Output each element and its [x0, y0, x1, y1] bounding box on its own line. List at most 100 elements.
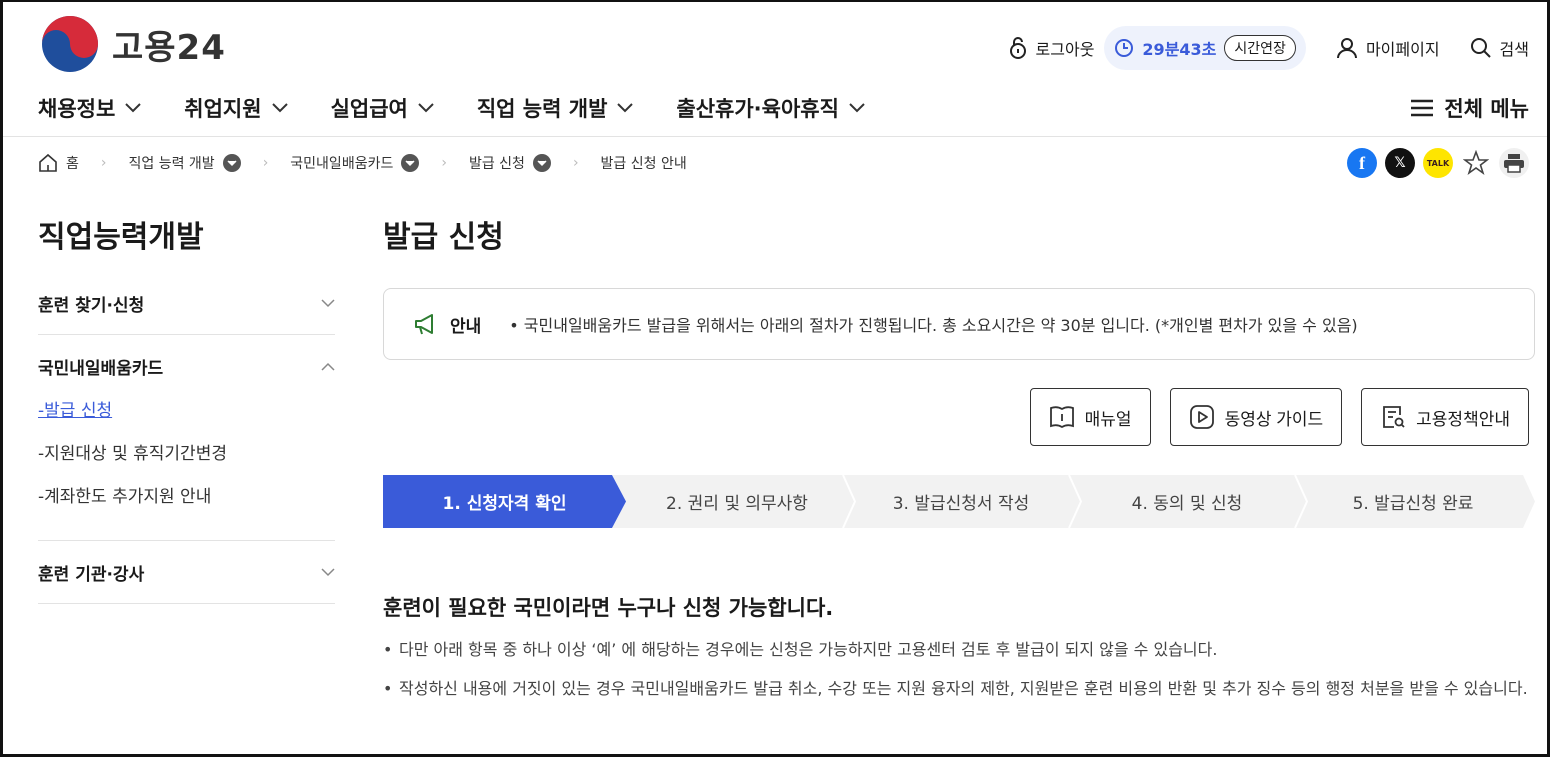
all-menu-label: 전체 메뉴 [1444, 97, 1529, 121]
gnb-label: 출산휴가·육아휴직 [676, 97, 839, 121]
global-nav: 채용정보 취업지원 실업급여 직업 능력 개발 출산휴가·육아휴직 [38, 90, 908, 126]
header-divider [3, 136, 1547, 137]
gnb-item-jobs[interactable]: 채용정보 [38, 90, 141, 126]
breadcrumb-item[interactable]: 직업 능력 개발 [129, 153, 215, 173]
search-label: 검색 [1499, 40, 1529, 59]
home-icon [39, 153, 57, 172]
print-icon[interactable] [1499, 148, 1529, 178]
search-icon [1470, 38, 1491, 58]
breadcrumb-separator: › [100, 155, 107, 171]
kakaotalk-icon[interactable]: TALK [1423, 148, 1453, 178]
taegeuk-logo-icon [42, 16, 98, 72]
sidebar-group-header[interactable]: 훈련 찾기·신청 [38, 272, 335, 334]
gnb-label: 실업급여 [330, 97, 408, 121]
breadcrumb-home[interactable]: 홈 [66, 153, 79, 173]
sidebar-sub-list: -발급 신청 -지원대상 및 휴직기간변경 -계좌한도 추가지원 안내 [38, 397, 335, 540]
extend-session-button[interactable]: 시간연장 [1224, 35, 1296, 61]
chevron-down-icon [271, 103, 288, 113]
chevron-down-icon [321, 298, 335, 307]
sidebar-group: 훈련 찾기·신청 [38, 272, 335, 335]
gnb-item-vocational[interactable]: 직업 능력 개발 [477, 90, 634, 126]
breadcrumb-dropdown-icon[interactable] [401, 154, 420, 172]
breadcrumb-item[interactable]: 발급 신청 [469, 153, 525, 173]
chevron-down-icon [418, 103, 434, 113]
utility-bar: 로그아웃 29분43초 시간연장 마이페이지 검색 [1008, 26, 1529, 70]
guide-buttons: 매뉴얼 동영상 가이드 고용정책안내 [1029, 388, 1529, 446]
mypage-label: 마이페이지 [1365, 40, 1440, 59]
gnb-label: 채용정보 [38, 97, 116, 121]
bullet-text: 다만 아래 항목 중 하나 이상 ‘예’ 에 해당하는 경우에는 신청은 가능하… [399, 640, 1218, 659]
lock-icon [1009, 37, 1026, 59]
employment-policy-button[interactable]: 고용정책안내 [1361, 388, 1529, 446]
breadcrumb-separator: › [441, 155, 447, 171]
facebook-icon[interactable]: f [1347, 148, 1377, 178]
progress-steps: 1. 신청자격 확인 2. 권리 및 의무사항 3. 발급신청서 작성 4. 동… [383, 475, 1535, 528]
book-icon [1049, 406, 1074, 429]
sidebar-title: 직업능력개발 [38, 220, 204, 255]
section-heading: 훈련이 필요한 국민이라면 누구나 신청 가능합니다. [383, 596, 834, 620]
share-tools: f 𝕏 TALK [1347, 148, 1529, 178]
chevron-down-icon [321, 567, 335, 576]
chevron-down-icon [849, 103, 865, 113]
sidebar-item-eligibility[interactable]: -지원대상 및 휴직기간변경 [38, 440, 335, 483]
chevron-down-icon [617, 103, 634, 113]
breadcrumb-item[interactable]: 국민내일배움카드 [290, 153, 393, 173]
notice-label: 안내 [450, 316, 482, 337]
breadcrumb-dropdown-icon[interactable] [532, 154, 551, 172]
gnb-label: 직업 능력 개발 [476, 97, 608, 121]
logout-link[interactable]: 로그아웃 [1008, 36, 1094, 60]
manual-label: 매뉴얼 [1084, 409, 1132, 429]
bullet-item: • 작성하신 내용에 거짓이 있는 경우 국민내일배움카드 발급 취소, 수강 … [383, 673, 1533, 705]
video-guide-label: 동영상 가이드 [1224, 409, 1324, 429]
notice-text: • 국민내일배움카드 발급을 위해서는 아래의 절차가 진행됩니다. 총 소요시… [509, 316, 1358, 335]
logo-text: 고용24 [112, 27, 226, 68]
document-search-icon [1383, 406, 1405, 428]
employment-policy-label: 고용정책안내 [1416, 409, 1510, 429]
page-frame: 고용24 로그아웃 29분43초 시간연장 마이페이지 검색 채용정보 취업지원… [0, 0, 1550, 757]
megaphone-icon [415, 314, 433, 335]
sidebar-item-issue-application[interactable]: -발급 신청 [38, 397, 335, 440]
chevron-up-icon [321, 362, 335, 371]
bullet-text: 작성하신 내용에 거짓이 있는 경우 국민내일배움카드 발급 취소, 수강 또는… [399, 679, 1528, 698]
breadcrumb-separator: › [262, 155, 269, 171]
play-icon [1189, 405, 1214, 429]
x-icon[interactable]: 𝕏 [1385, 148, 1415, 178]
sidebar-nav: 훈련 찾기·신청 국민내일배움카드 -발급 신청 -지원대상 및 휴직기간변경 … [38, 272, 335, 604]
star-icon[interactable] [1461, 148, 1491, 178]
sidebar-group-label: 국민내일배움카드 [38, 358, 164, 379]
bullet-item: • 다만 아래 항목 중 하나 이상 ‘예’ 에 해당하는 경우에는 신청은 가… [383, 634, 1533, 666]
step: 4. 동의 및 신청 [1131, 494, 1243, 514]
mypage-link[interactable]: 마이페이지 [1336, 36, 1440, 60]
hamburger-icon [1411, 99, 1434, 117]
timer-value: 29분43초 [1142, 40, 1217, 59]
sidebar-group-label: 훈련 기관·강사 [38, 564, 145, 585]
step-active: 1. 신청자격 확인 [442, 494, 567, 514]
step: 5. 발급신청 완료 [1352, 494, 1474, 514]
sidebar-group-header[interactable]: 훈련 기관·강사 [38, 541, 335, 603]
gnb-label: 취업지원 [184, 97, 262, 121]
breadcrumb-separator: › [572, 155, 579, 171]
sidebar-group-header[interactable]: 국민내일배움카드 [38, 335, 335, 397]
notice-box: 안내 • 국민내일배움카드 발급을 위해서는 아래의 절차가 진행됩니다. 총 … [383, 288, 1535, 360]
search-button[interactable]: 검색 [1470, 36, 1529, 60]
session-timer: 29분43초 시간연장 [1104, 26, 1306, 70]
site-logo[interactable]: 고용24 [38, 14, 226, 74]
clock-icon [1115, 39, 1134, 57]
sidebar-group: 훈련 기관·강사 [38, 541, 335, 604]
sidebar-group-label: 훈련 찾기·신청 [38, 295, 145, 316]
gnb-item-employment-support[interactable]: 취업지원 [184, 90, 288, 126]
gnb-item-unemployment[interactable]: 실업급여 [331, 90, 434, 126]
sidebar-item-account-limit[interactable]: -계좌한도 추가지원 안내 [38, 483, 335, 526]
video-guide-button[interactable]: 동영상 가이드 [1169, 388, 1343, 446]
page-title: 발급 신청 [383, 220, 504, 255]
gnb-item-parental-leave[interactable]: 출산휴가·육아휴직 [676, 90, 865, 126]
sidebar-group: 국민내일배움카드 -발급 신청 -지원대상 및 휴직기간변경 -계좌한도 추가지… [38, 335, 335, 541]
breadcrumb-current: 발급 신청 안내 [600, 156, 687, 172]
breadcrumb: 홈 › 직업 능력 개발 › 국민내일배움카드 › 발급 신청 › 발급 신청 … [38, 150, 687, 176]
person-icon [1336, 38, 1357, 59]
step: 2. 권리 및 의무사항 [666, 494, 808, 514]
step: 3. 발급신청서 작성 [892, 494, 1030, 514]
manual-button[interactable]: 매뉴얼 [1029, 388, 1151, 446]
breadcrumb-dropdown-icon[interactable] [222, 154, 241, 172]
all-menu-button[interactable]: 전체 메뉴 [1410, 90, 1529, 126]
